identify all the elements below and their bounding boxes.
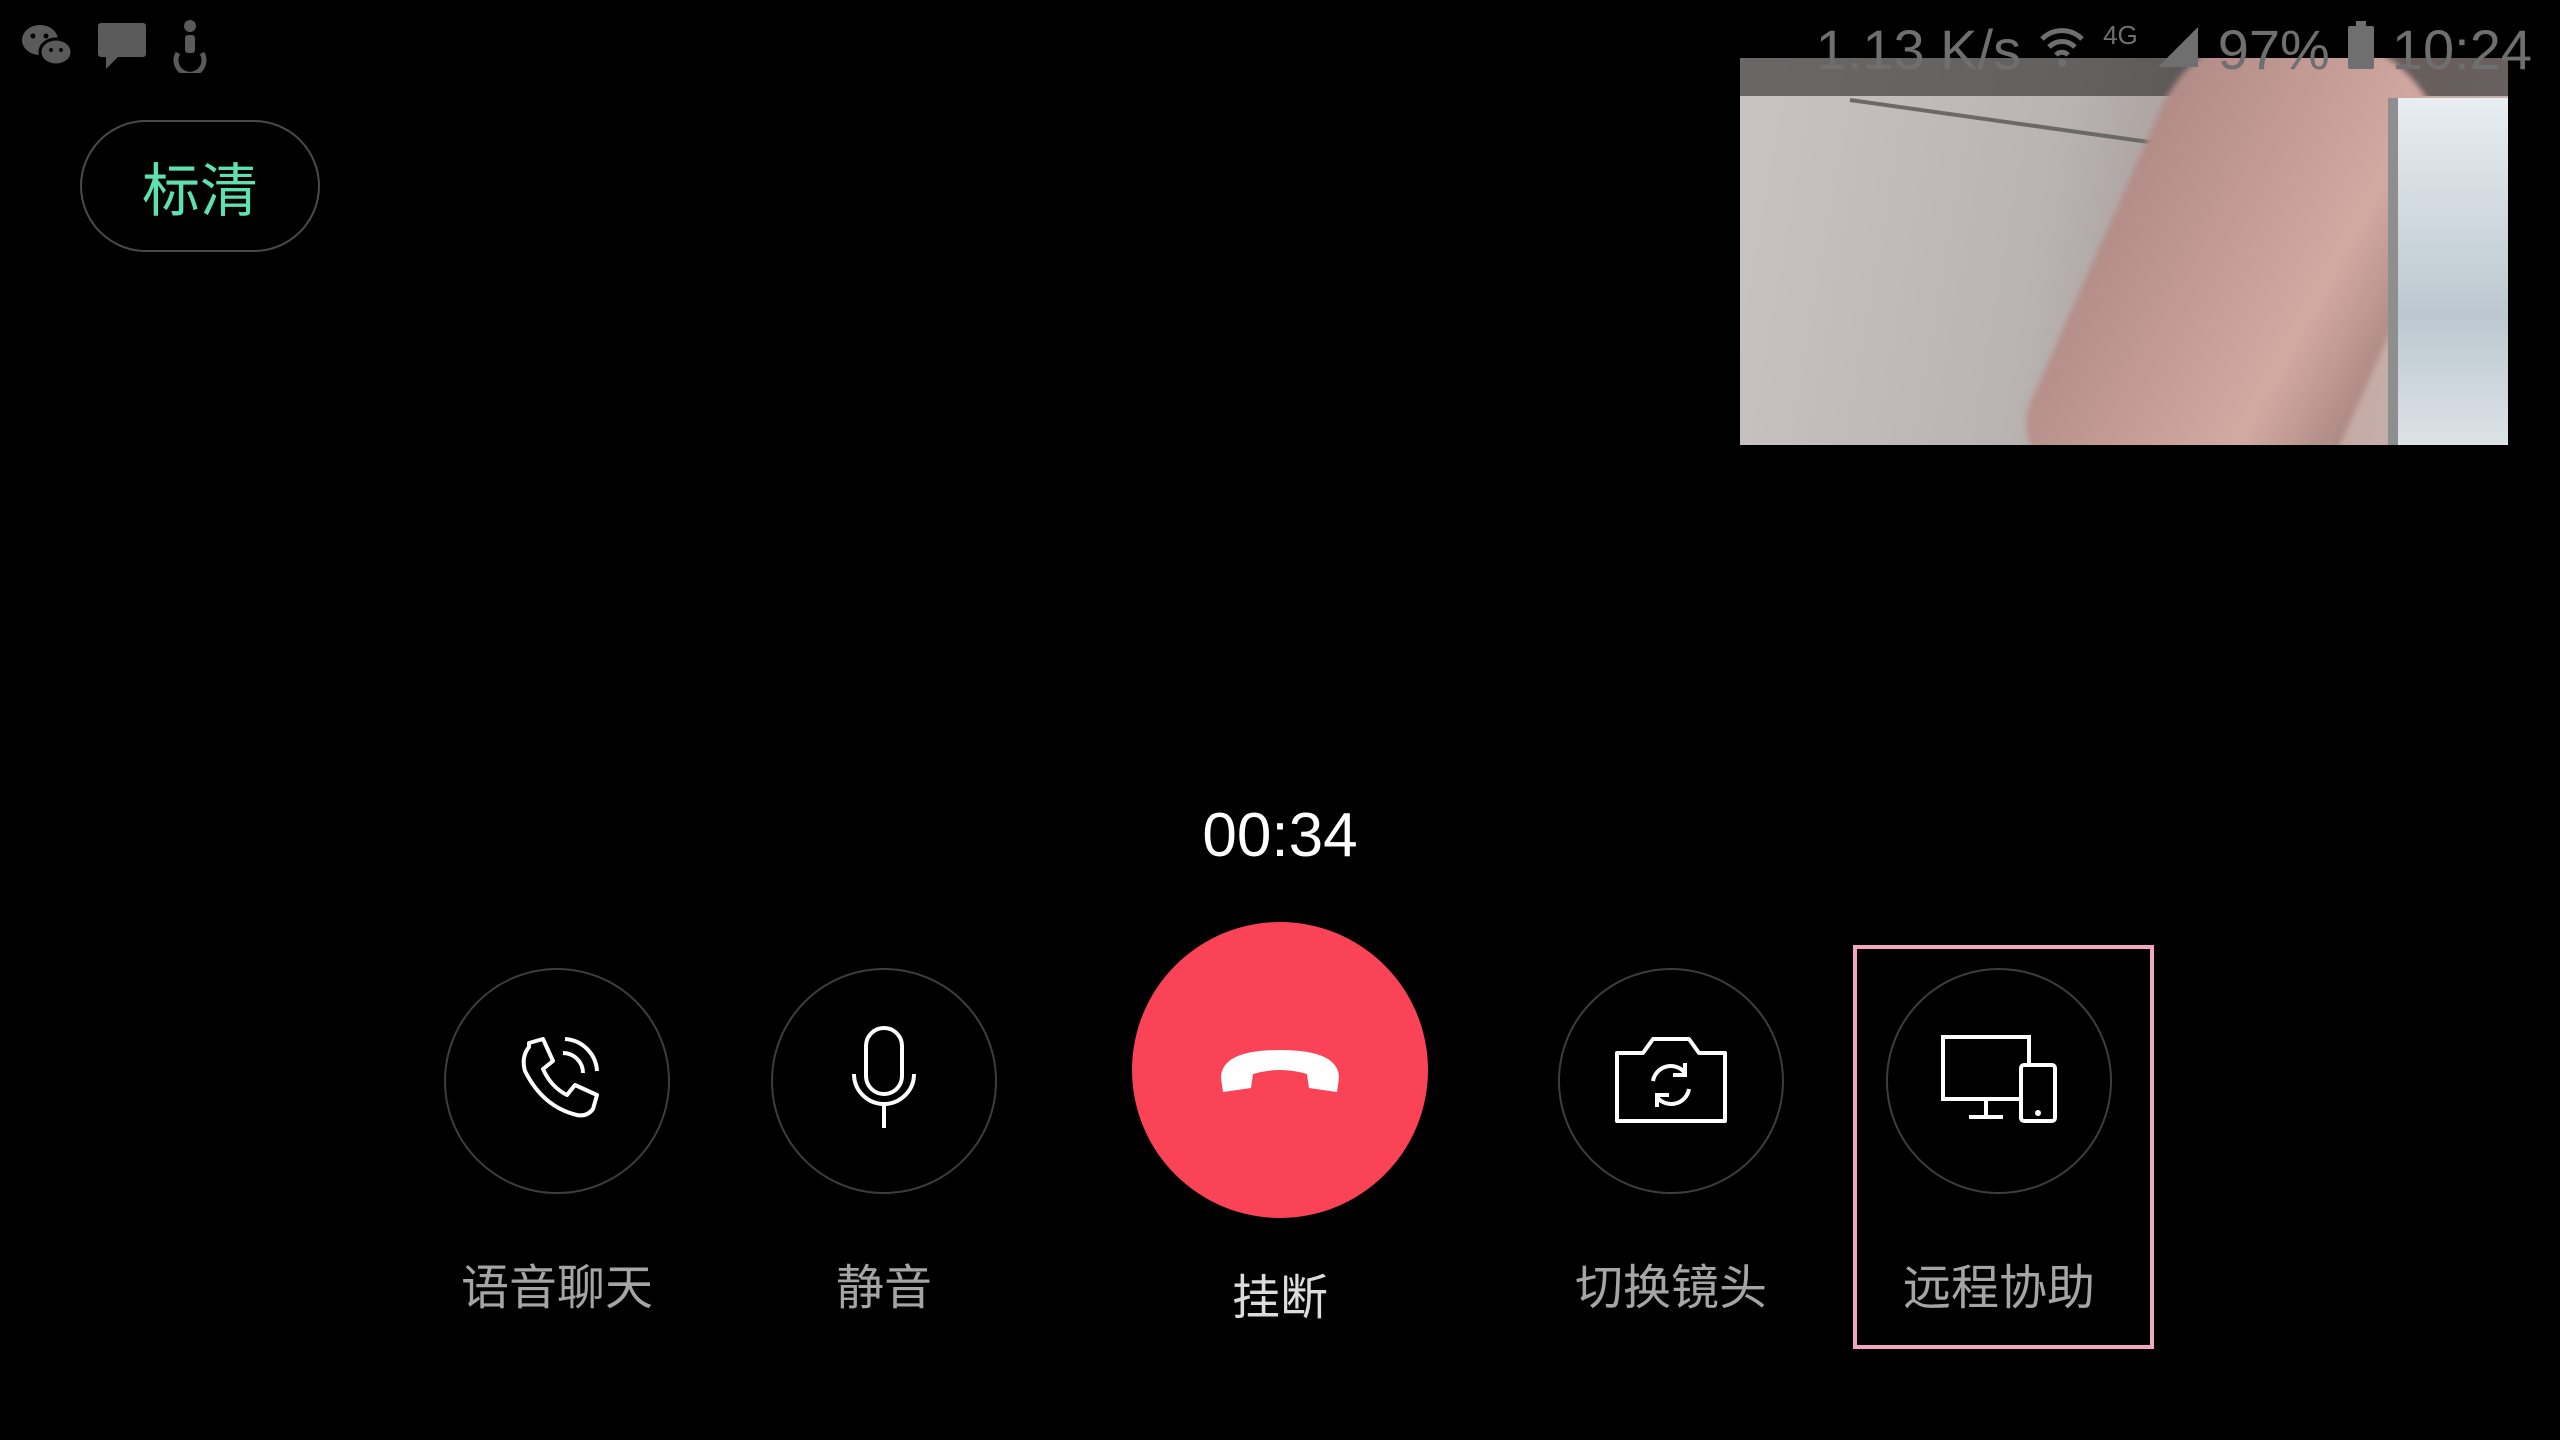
video-quality-button[interactable]: 标清 xyxy=(80,120,320,252)
self-camera-preview[interactable] xyxy=(1740,58,2508,445)
switch-camera-circle[interactable] xyxy=(1558,968,1784,1194)
battery-percent: 97% xyxy=(2217,17,2330,81)
accessibility-icon xyxy=(170,19,210,77)
status-bar-left xyxy=(20,18,210,78)
video-call-screen: 1.13 K/s 4G 97% 10:24 标清 00:34 语音聊天 静音 挂… xyxy=(0,0,2560,1440)
mute-circle[interactable] xyxy=(771,968,997,1194)
clock: 10:24 xyxy=(2391,17,2532,81)
signal-icon xyxy=(2156,17,2200,82)
voice-chat-label: 语音聊天 xyxy=(460,1260,653,1316)
voice-chat-button[interactable]: 语音聊天 xyxy=(444,968,670,1318)
battery-icon xyxy=(2347,17,2374,82)
devices-icon xyxy=(1939,1031,2059,1131)
switch-camera-icon xyxy=(1611,1031,1731,1131)
preview-window xyxy=(2388,98,2508,445)
wifi-icon xyxy=(2039,17,2085,82)
hang-up-circle[interactable] xyxy=(1132,922,1428,1218)
phone-call-icon xyxy=(507,1029,607,1133)
remote-assist-circle[interactable] xyxy=(1886,968,2112,1194)
network-type: 4G xyxy=(2103,20,2138,50)
mute-label: 静音 xyxy=(835,1260,932,1316)
network-speed: 1.13 K/s xyxy=(1815,17,2022,81)
hang-up-button[interactable]: 挂断 xyxy=(1132,922,1428,1328)
hang-up-icon xyxy=(1215,1038,1345,1102)
remote-assist-label: 远程协助 xyxy=(1902,1260,2095,1316)
mute-button[interactable]: 静音 xyxy=(771,968,997,1318)
switch-camera-button[interactable]: 切换镜头 xyxy=(1558,968,1784,1318)
preview-wall-line xyxy=(1849,98,2168,147)
hang-up-label: 挂断 xyxy=(1231,1270,1328,1326)
message-icon xyxy=(96,21,148,75)
remote-assist-button[interactable]: 远程协助 xyxy=(1886,968,2112,1318)
switch-camera-label: 切换镜头 xyxy=(1574,1260,1767,1316)
call-timer: 00:34 xyxy=(1202,801,1358,870)
voice-chat-circle[interactable] xyxy=(444,968,670,1194)
wechat-icon xyxy=(20,22,74,74)
microphone-icon xyxy=(844,1024,924,1138)
status-bar-right: 1.13 K/s 4G 97% 10:24 xyxy=(1816,14,2532,84)
